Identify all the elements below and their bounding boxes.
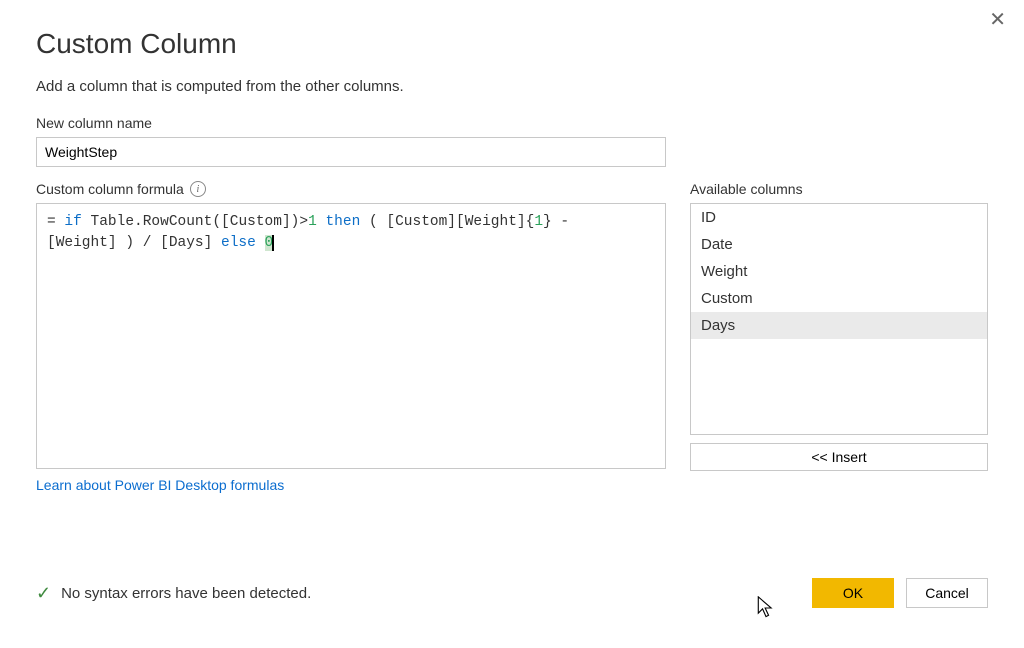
learn-link[interactable]: Learn about Power BI Desktop formulas [36,477,284,493]
available-column-item[interactable]: Custom [691,285,987,312]
dialog-title: Custom Column [36,28,988,60]
column-name-label: New column name [36,115,988,131]
available-column-item[interactable]: Days [691,312,987,339]
available-columns-label: Available columns [690,181,988,197]
status-bar: ✓ No syntax errors have been detected. [36,583,311,604]
formula-label: Custom column formula [36,181,184,197]
info-icon[interactable]: i [190,181,206,197]
available-column-item[interactable]: Date [691,231,987,258]
custom-column-dialog: ✕ Custom Column Add a column that is com… [0,0,1024,515]
available-columns-list: IDDateWeightCustomDays [690,203,988,435]
cancel-button[interactable]: Cancel [906,578,988,608]
formula-input[interactable]: = if Table.RowCount([Custom])>1 then ( [… [36,203,666,469]
dialog-subtitle: Add a column that is computed from the o… [36,78,988,95]
status-text: No syntax errors have been detected. [61,585,311,602]
available-column-item[interactable]: Weight [691,258,987,285]
ok-button[interactable]: OK [812,578,894,608]
column-name-input[interactable] [36,137,666,167]
close-icon[interactable]: ✕ [989,10,1006,30]
check-icon: ✓ [36,583,51,604]
insert-button[interactable]: << Insert [690,443,988,471]
available-column-item[interactable]: ID [691,204,987,231]
